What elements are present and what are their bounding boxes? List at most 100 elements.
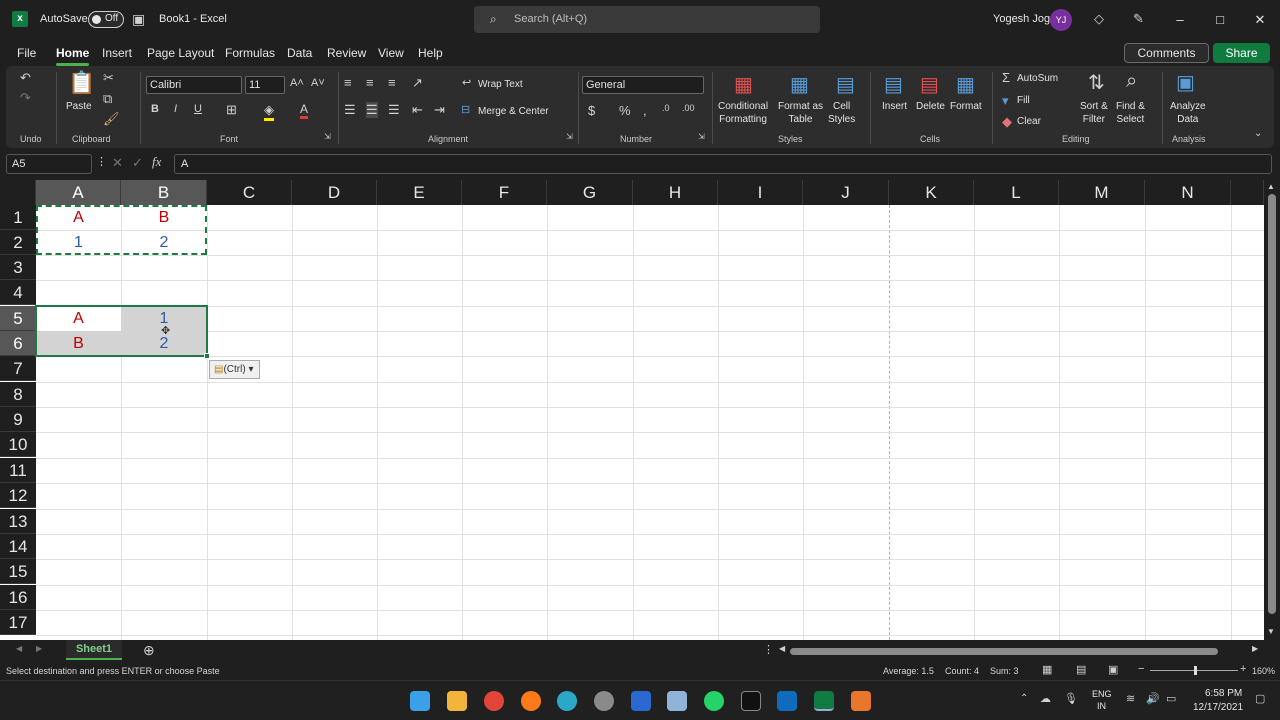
cancel-icon[interactable]: ✕ [112, 155, 123, 171]
row-header[interactable]: 13 [0, 509, 36, 534]
terminal-icon[interactable] [741, 691, 761, 711]
normal-view-icon[interactable]: ▦ [1042, 663, 1052, 676]
tray-chevron-icon[interactable]: ⌃ [1020, 693, 1028, 704]
autosave-toggle[interactable]: Off [88, 11, 124, 28]
minimize-icon[interactable]: – [1170, 10, 1190, 30]
find-select-button[interactable]: Find & Select [1116, 100, 1145, 126]
status-average[interactable]: Average: 1.5 [883, 666, 934, 676]
column-header[interactable]: J [803, 180, 889, 205]
enter-icon[interactable]: ✓ [132, 155, 143, 171]
top-align-icon[interactable]: ≡ [344, 75, 352, 90]
column-header[interactable]: N [1145, 180, 1231, 205]
cell-styles-button[interactable]: Cell Styles [828, 100, 855, 126]
align-center-icon[interactable]: ☰ [366, 102, 378, 118]
row-header[interactable]: 17 [0, 610, 36, 635]
onedrive-icon[interactable]: ☁ [1040, 692, 1051, 705]
prev-sheet-icon[interactable]: ◀ [16, 644, 22, 653]
format-button[interactable]: Format [950, 100, 982, 113]
clock-time[interactable]: 6:58 PM [1205, 688, 1242, 699]
firefox-icon[interactable] [521, 691, 541, 711]
close-icon[interactable]: ✕ [1250, 10, 1270, 30]
column-header[interactable]: L [974, 180, 1059, 205]
borders-icon[interactable]: ⊞ [226, 102, 237, 118]
select-all-corner[interactable] [0, 180, 36, 205]
conditional-formatting-button[interactable]: Conditional Formatting [718, 100, 768, 126]
column-header[interactable]: A [36, 180, 121, 205]
fill-color-icon[interactable]: ◈ [264, 102, 274, 121]
spreadsheet-grid[interactable]: A B C D E F G H I J K L M N 1 2 3 4 5 6 … [0, 180, 1264, 640]
zoom-slider-thumb[interactable] [1194, 666, 1197, 675]
search-box[interactable]: ⌕ Search (Alt+Q) [474, 6, 820, 33]
column-header[interactable] [1231, 180, 1264, 205]
zoom-in-icon[interactable]: + [1240, 663, 1246, 675]
align-right-icon[interactable]: ☰ [388, 102, 400, 118]
paste-options-button[interactable]: ▤(Ctrl) ▾ [209, 360, 260, 379]
column-header[interactable]: B [121, 180, 207, 205]
column-header[interactable]: E [377, 180, 462, 205]
decrease-indent-icon[interactable]: ⇤ [412, 102, 423, 118]
recorder-icon[interactable] [851, 691, 871, 711]
middle-align-icon[interactable]: ≡ [366, 75, 374, 90]
analyze-data-button[interactable]: Analyze Data [1170, 100, 1206, 126]
decrease-font-icon[interactable]: A˅ [311, 77, 325, 89]
diamond-icon[interactable]: ◇ [1094, 11, 1104, 27]
bold-icon[interactable]: B [151, 103, 159, 115]
scroll-up-icon[interactable]: ▲ [1267, 182, 1275, 191]
copy-icon[interactable]: ⧉ [103, 91, 112, 107]
font-launcher-icon[interactable]: ⇲ [324, 132, 331, 141]
format-as-table-button[interactable]: Format as Table [778, 100, 823, 126]
photos-icon[interactable] [667, 691, 687, 711]
maximize-icon[interactable]: □ [1210, 10, 1230, 30]
decrease-decimal-icon[interactable]: .00 [682, 103, 695, 113]
vertical-scrollbar[interactable]: ▲ ▼ [1264, 180, 1280, 640]
redo-icon[interactable]: ↷ [20, 90, 31, 106]
comments-button[interactable]: Comments [1124, 43, 1209, 63]
bottom-align-icon[interactable]: ≡ [388, 75, 396, 90]
column-header[interactable]: H [633, 180, 718, 205]
paste-label[interactable]: Paste [66, 100, 92, 113]
language-code[interactable]: ENG [1092, 689, 1112, 699]
underline-icon[interactable]: U [194, 103, 202, 115]
formula-input[interactable]: A [174, 154, 1272, 174]
column-header[interactable]: F [462, 180, 547, 205]
font-color-icon[interactable]: A [300, 102, 309, 119]
increase-font-icon[interactable]: A˄ [290, 77, 304, 89]
font-size-dropdown[interactable]: 11 [245, 76, 285, 94]
column-header[interactable]: M [1059, 180, 1145, 205]
fill-handle[interactable] [204, 353, 210, 359]
status-sum[interactable]: Sum: 3 [990, 666, 1019, 676]
sort-filter-button[interactable]: Sort & Filter [1080, 100, 1108, 126]
tab-file[interactable]: File [17, 46, 36, 60]
zoom-level[interactable]: 160% [1252, 666, 1275, 676]
tab-review[interactable]: Review [327, 46, 366, 60]
merge-center-button[interactable]: Merge & Center [478, 105, 549, 118]
cut-icon[interactable]: ✂ [103, 70, 114, 86]
number-format-dropdown[interactable]: General [582, 76, 704, 94]
wifi-icon[interactable]: ≋ [1126, 692, 1135, 705]
scroll-right-icon[interactable]: ▶ [1252, 644, 1258, 653]
percent-icon[interactable]: % [619, 103, 631, 118]
page-layout-view-icon[interactable]: ▤ [1076, 663, 1086, 676]
orientation-icon[interactable]: ↗ [412, 75, 423, 91]
excel-taskbar-icon[interactable] [814, 691, 834, 711]
whatsapp-icon[interactable] [704, 691, 724, 711]
vertical-scroll-thumb[interactable] [1268, 194, 1276, 614]
settings-icon[interactable] [594, 691, 614, 711]
fill-button[interactable]: Fill [1017, 94, 1030, 107]
more-icon[interactable]: ⋮ [96, 155, 107, 168]
collapse-ribbon-icon[interactable]: ⌄ [1254, 128, 1262, 139]
row-header[interactable]: 2 [0, 230, 36, 255]
insert-function-icon[interactable]: fx [152, 154, 161, 170]
battery-icon[interactable]: ▭ [1166, 692, 1176, 705]
status-count[interactable]: Count: 4 [945, 666, 979, 676]
column-header[interactable]: G [547, 180, 633, 205]
language-region[interactable]: IN [1097, 701, 1106, 711]
tab-split-handle-icon[interactable]: ⋮ [763, 643, 774, 656]
tab-help[interactable]: Help [418, 46, 443, 60]
volume-icon[interactable]: 🔊 [1146, 692, 1160, 705]
row-header[interactable]: 11 [0, 458, 36, 483]
avatar[interactable]: YJ [1050, 9, 1072, 31]
increase-indent-icon[interactable]: ⇥ [434, 102, 445, 118]
row-header[interactable]: 10 [0, 432, 36, 457]
column-header[interactable]: I [718, 180, 803, 205]
